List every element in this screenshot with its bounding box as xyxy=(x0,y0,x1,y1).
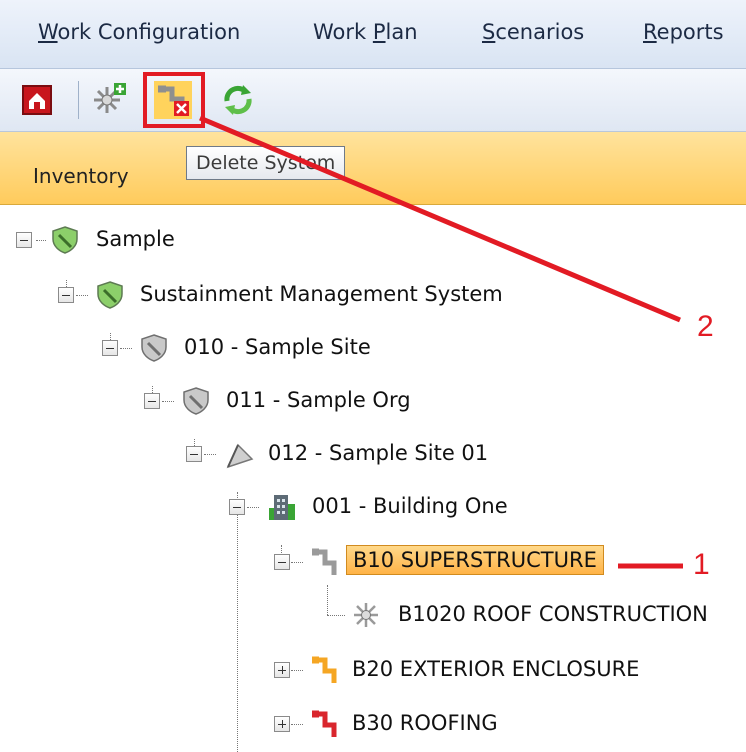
tree-node-label-selected[interactable]: B10 SUPERSTRUCTURE xyxy=(346,545,604,575)
tab-inventory[interactable]: Inventory xyxy=(33,164,129,188)
tree-connector xyxy=(204,454,216,455)
menu-reports[interactable]: Reports xyxy=(643,20,724,44)
tree-connector xyxy=(162,401,174,402)
home-icon xyxy=(22,85,52,115)
tooltip: Delete System xyxy=(186,146,346,180)
tree-node-label[interactable]: B1020 ROOF CONSTRUCTION xyxy=(398,602,708,626)
system-pipe-icon xyxy=(312,548,337,575)
tree-connector xyxy=(237,492,238,752)
tab-strip: Inventory xyxy=(0,132,746,205)
tree-connector xyxy=(120,348,132,349)
expand-toggle[interactable] xyxy=(144,393,160,409)
tree-node-label[interactable]: 012 - Sample Site 01 xyxy=(268,441,488,465)
tree-connector xyxy=(291,724,303,725)
refresh-button[interactable] xyxy=(219,81,257,119)
menu-work-configuration[interactable]: Work Configuration xyxy=(38,20,240,44)
delete-button-highlight xyxy=(143,72,205,128)
shield-icon xyxy=(183,387,209,415)
system-pipe-icon xyxy=(312,656,337,683)
tree-node-label[interactable]: B20 EXTERIOR ENCLOSURE xyxy=(352,657,639,681)
expand-toggle[interactable] xyxy=(58,287,74,303)
shield-icon xyxy=(52,226,78,254)
tree-connector xyxy=(247,507,259,508)
expand-toggle[interactable] xyxy=(274,554,290,570)
flag-icon xyxy=(226,443,254,469)
tree-connector xyxy=(291,670,303,671)
expand-toggle[interactable] xyxy=(186,446,202,462)
menu-scenarios[interactable]: Scenarios xyxy=(482,20,584,44)
toolbar-separator xyxy=(78,81,79,119)
add-system-button[interactable] xyxy=(90,81,128,119)
expand-toggle[interactable] xyxy=(16,232,32,248)
home-button[interactable] xyxy=(18,81,56,119)
tree-node-label[interactable]: B30 ROOFING xyxy=(352,711,498,735)
shield-icon xyxy=(141,334,167,362)
menu-work-plan[interactable]: Work Plan xyxy=(313,20,418,44)
expand-toggle[interactable] xyxy=(102,340,118,356)
tree-connector xyxy=(36,240,46,241)
tree-connector xyxy=(76,295,88,296)
tree-connector xyxy=(291,562,303,563)
system-pipe-icon xyxy=(312,710,337,737)
menu-bar: Work Configuration Work Plan Scenarios R… xyxy=(0,0,746,69)
inventory-tree: Sample Sustainment Management System 010… xyxy=(0,205,746,752)
tree-node-label[interactable]: 010 - Sample Site xyxy=(184,335,371,359)
tree-node-label[interactable]: Sustainment Management System xyxy=(140,282,503,306)
tree-node-label[interactable]: 011 - Sample Org xyxy=(226,388,411,412)
annotation-number-2: 2 xyxy=(697,310,714,343)
building-icon xyxy=(269,495,295,520)
toolbar xyxy=(0,69,746,132)
tree-node-label[interactable]: Sample xyxy=(96,227,175,251)
tree-connector xyxy=(327,585,328,615)
shield-icon xyxy=(97,281,123,309)
expand-toggle[interactable] xyxy=(274,662,290,678)
expand-toggle[interactable] xyxy=(274,716,290,732)
expand-toggle[interactable] xyxy=(229,499,245,515)
tree-node-label[interactable]: 001 - Building One xyxy=(312,494,508,518)
annotation-number-1: 1 xyxy=(693,548,710,581)
component-icon xyxy=(354,603,378,627)
tree-connector xyxy=(327,615,345,616)
refresh-icon xyxy=(224,85,252,115)
add-system-icon xyxy=(94,83,126,113)
